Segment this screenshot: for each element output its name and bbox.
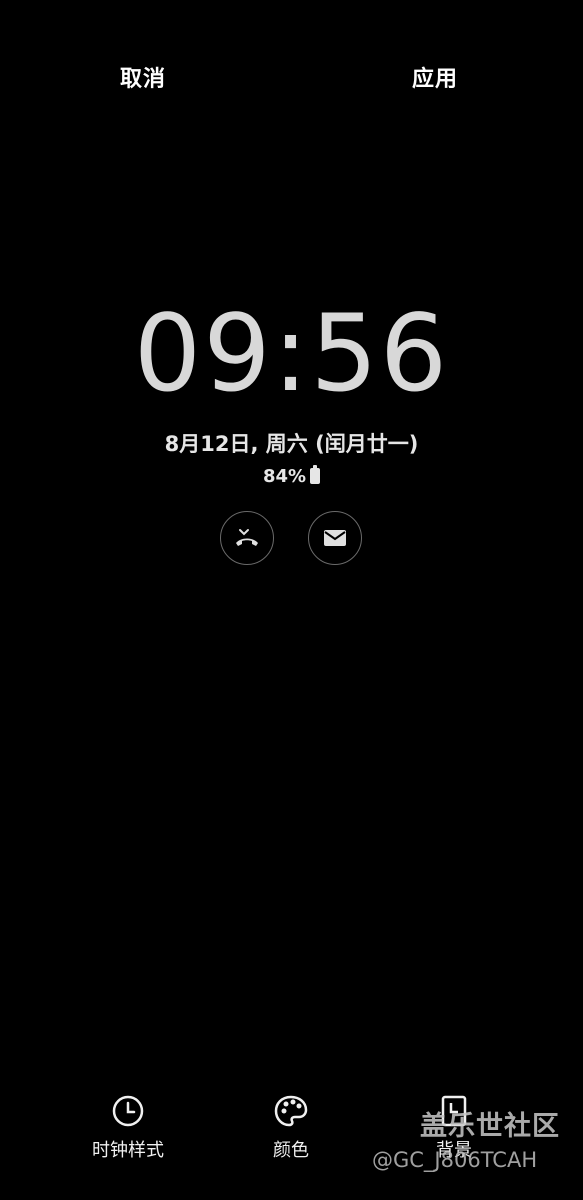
apply-button[interactable]: 应用: [412, 60, 458, 100]
battery-icon: [310, 465, 321, 484]
clock-style-label: 时钟样式: [92, 1140, 164, 1161]
missed-call-notification: [220, 511, 274, 565]
cancel-button[interactable]: 取消: [120, 60, 166, 100]
battery-percent: 84%: [262, 466, 307, 487]
mail-notification: [308, 511, 362, 565]
clock-icon: [112, 1095, 144, 1127]
watermark-user: @GC_J806TCAH: [372, 1148, 538, 1172]
color-label: 颜色: [273, 1140, 309, 1161]
date-text: 8月12日, 周六 (闰月廿一): [164, 432, 419, 456]
clock-style-button[interactable]: 时钟样式: [68, 1090, 188, 1162]
clock-display: 09:56: [0, 292, 583, 415]
battery-status: 84%: [0, 465, 583, 487]
palette-icon: [274, 1095, 308, 1127]
clock-time: 09:56: [133, 292, 450, 415]
color-button[interactable]: 颜色: [231, 1090, 351, 1162]
watermark-brand: 盖乐世社区: [420, 1111, 560, 1142]
missed-call-icon: [236, 529, 258, 546]
mail-icon: [324, 530, 346, 546]
